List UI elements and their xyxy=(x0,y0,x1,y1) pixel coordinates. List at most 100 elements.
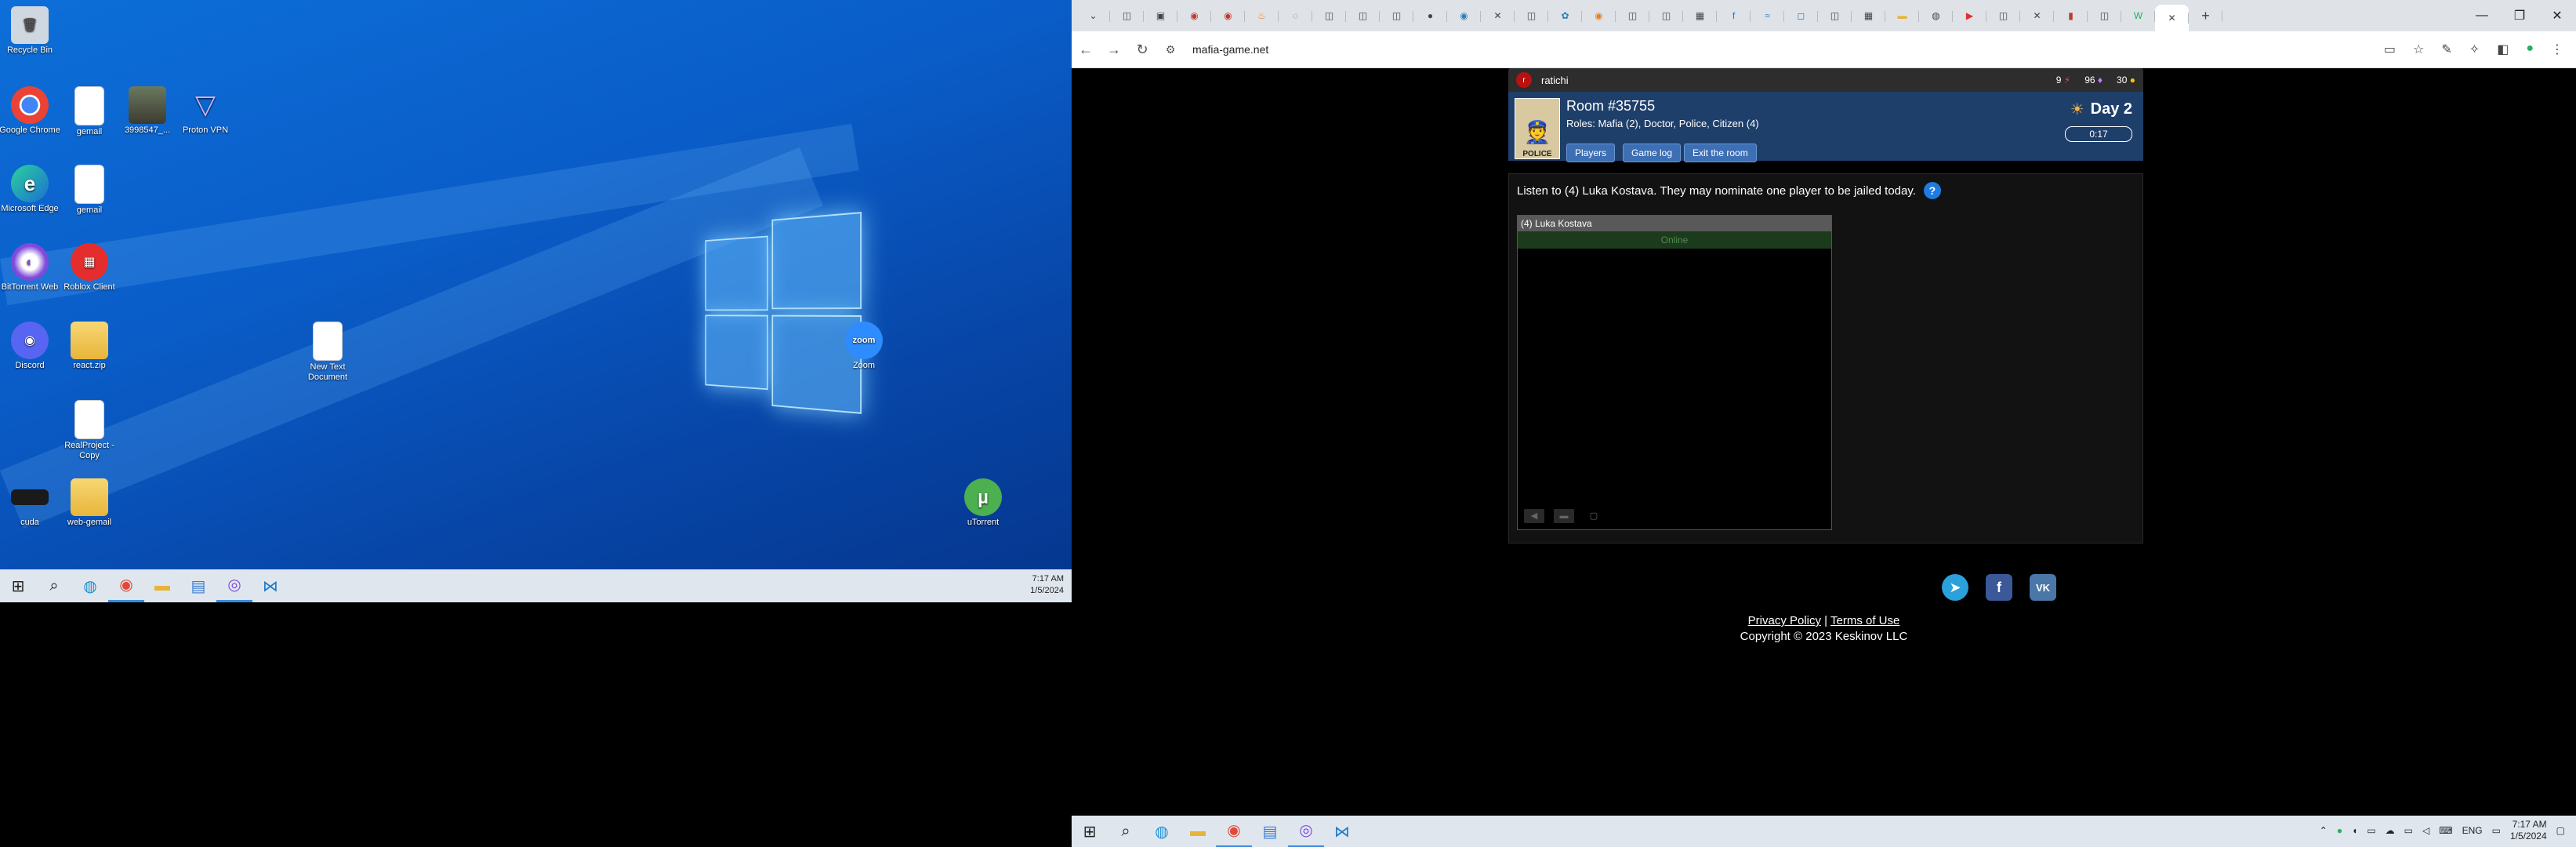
desktop-icon-roblox[interactable]: ▦ Roblox Client xyxy=(58,243,121,293)
desktop-icon-recycle-bin[interactable]: 🗑 Recycle Bin xyxy=(0,6,61,56)
browser-tab[interactable]: ≈ xyxy=(1751,3,1784,28)
close-window-button[interactable]: ✕ xyxy=(2538,0,2576,31)
chat-app-taskbar-icon[interactable]: ◎ xyxy=(1288,815,1324,847)
file-explorer-icon[interactable]: ▬ xyxy=(144,569,180,602)
browser-tab[interactable]: ✕ xyxy=(2020,3,2054,28)
extensions-icon[interactable]: ✧ xyxy=(2469,42,2480,57)
start-button[interactable]: ⊞ xyxy=(0,569,36,602)
battery-icon[interactable]: ▭ xyxy=(2492,825,2501,836)
app-taskbar-icon[interactable]: ▤ xyxy=(1252,815,1288,847)
browser-tab[interactable]: ◌ xyxy=(1279,3,1312,28)
keyboard-icon[interactable]: ⌨ xyxy=(2439,825,2452,836)
browser-tab[interactable]: ◉ xyxy=(1211,3,1245,28)
pen-extension-icon[interactable]: ✎ xyxy=(2441,42,2451,57)
browser-tab[interactable]: ▶ xyxy=(1953,3,1986,28)
browser-tab[interactable]: W xyxy=(2121,3,2155,28)
forward-icon[interactable]: → xyxy=(1100,42,1128,58)
taskbar-clock[interactable]: 7:17 AM 1/5/2024 xyxy=(1030,573,1064,597)
browser-tab[interactable]: ◉ xyxy=(1582,3,1616,28)
energy-stat[interactable]: 9 ⚡ xyxy=(2056,75,2070,85)
browser-tab[interactable]: ◫ xyxy=(1110,3,1144,28)
tab-search-button[interactable]: ⌄ xyxy=(1076,3,1110,28)
gems-stat[interactable]: 96 ♦ xyxy=(2084,75,2103,85)
reload-icon[interactable]: ↻ xyxy=(1128,42,1156,58)
desktop-icon-web-gemail[interactable]: web-gemail xyxy=(58,478,121,528)
browser-tab[interactable]: ♨ xyxy=(1245,3,1279,28)
taskbar-clock[interactable]: 7:17 AM 1/5/2024 xyxy=(2510,819,2547,842)
start-button[interactable]: ⊞ xyxy=(1072,815,1108,847)
browser-tab[interactable]: ◫ xyxy=(2088,3,2121,28)
browser-tab[interactable]: ◫ xyxy=(1649,3,1683,28)
desktop-icon-zoom[interactable]: zoom Zoom xyxy=(833,322,895,371)
antivirus-icon[interactable]: ● xyxy=(2337,825,2342,836)
browser-tab[interactable]: ▦ xyxy=(1852,3,1885,28)
desktop-icon-image[interactable]: 3998547_... xyxy=(116,86,179,136)
browser-tab[interactable]: ◻ xyxy=(1784,3,1818,28)
fullscreen-icon[interactable]: ▢ xyxy=(1584,509,1604,523)
telegram-icon[interactable]: ➤ xyxy=(1942,574,1968,601)
camera-tray-icon[interactable]: ▭ xyxy=(2367,825,2375,836)
new-tab-button[interactable]: + xyxy=(2189,3,2222,28)
menu-icon[interactable]: ⋮ xyxy=(2551,42,2563,57)
desktop-icon-new-text-document[interactable]: New Text Document xyxy=(296,322,359,383)
desktop-icon-discord[interactable]: ◉ Discord xyxy=(0,322,61,371)
desktop-icon-edge[interactable]: e Microsoft Edge xyxy=(0,165,61,214)
desktop-icon-gemail[interactable]: gemail xyxy=(58,86,121,137)
username[interactable]: ratichi xyxy=(1541,75,1569,86)
avatar[interactable]: r xyxy=(1516,72,1532,88)
vk-icon[interactable]: VK xyxy=(2030,574,2056,601)
mute-icon[interactable]: ◀ xyxy=(1524,509,1544,523)
search-icon[interactable]: ⌕ xyxy=(36,569,72,602)
browser-tab[interactable]: ◉ xyxy=(1447,3,1481,28)
facebook-icon[interactable]: f xyxy=(1986,574,2012,601)
browser-tab[interactable]: ◫ xyxy=(1986,3,2020,28)
bookmark-star-icon[interactable]: ☆ xyxy=(2413,42,2424,57)
browser-tab-active[interactable]: ✕ xyxy=(2155,5,2189,31)
profile-avatar[interactable]: ● xyxy=(2526,42,2534,57)
players-button[interactable]: Players xyxy=(1566,144,1616,162)
file-explorer-icon[interactable]: ▬ xyxy=(1180,815,1216,847)
vscode-taskbar-icon[interactable]: ⋈ xyxy=(1324,815,1360,847)
desktop-icon-utorrent[interactable]: µ uTorrent xyxy=(952,478,1014,528)
exit-room-button[interactable]: Exit the room xyxy=(1684,144,1757,162)
browser-tab[interactable]: ◫ xyxy=(1515,3,1548,28)
browser-tab[interactable]: f xyxy=(1717,3,1751,28)
chrome-taskbar-icon[interactable]: ◉ xyxy=(1216,815,1252,847)
video-icon[interactable]: ▬ xyxy=(1554,509,1574,523)
side-panel-icon[interactable]: ◧ xyxy=(2497,42,2509,57)
browser-tab[interactable]: ◫ xyxy=(1616,3,1649,28)
browser-tab[interactable]: ▣ xyxy=(1144,3,1177,28)
browser-tab[interactable]: ◫ xyxy=(1818,3,1852,28)
game-log-button[interactable]: Game log xyxy=(1623,144,1682,162)
camera-icon[interactable]: ▭ xyxy=(2384,42,2396,57)
privacy-policy-link[interactable]: Privacy Policy xyxy=(1748,614,1821,627)
browser-tab[interactable]: ◉ xyxy=(1177,3,1211,28)
browser-tab[interactable]: ◫ xyxy=(1312,3,1346,28)
browser-tab[interactable]: ▬ xyxy=(1885,3,1919,28)
desktop-icon-realproject-copy[interactable]: RealProject - Copy xyxy=(58,400,121,461)
url-field[interactable]: mafia-game.net xyxy=(1192,43,1268,56)
desktop-icon-proton-vpn[interactable]: ▽ Proton VPN xyxy=(174,86,237,136)
chrome-taskbar-icon[interactable]: ◉ xyxy=(108,569,144,602)
browser-tab[interactable]: ✕ xyxy=(1481,3,1515,28)
coins-stat[interactable]: 30 ● xyxy=(2117,75,2135,85)
back-icon[interactable]: ← xyxy=(1072,42,1100,58)
search-icon[interactable]: ⌕ xyxy=(1108,815,1144,847)
desktop-icon-react-zip[interactable]: react.zip xyxy=(58,322,121,371)
vscode-taskbar-icon[interactable]: ⋈ xyxy=(252,569,288,602)
volume-icon[interactable]: ◁ xyxy=(2422,825,2429,836)
notification-icon[interactable]: ▢ xyxy=(2556,825,2565,836)
browser-tab[interactable]: ◍ xyxy=(1919,3,1953,28)
minimize-button[interactable]: — xyxy=(2463,0,2501,31)
help-icon[interactable]: ? xyxy=(1923,182,1941,199)
desktop-icon-gemail-2[interactable]: gemail xyxy=(58,165,121,216)
browser-tab[interactable]: ● xyxy=(1413,3,1447,28)
site-info-icon[interactable]: ⚙ xyxy=(1156,43,1185,56)
microphone-icon[interactable]: ◖ xyxy=(2352,825,2357,836)
restore-button[interactable]: ❐ xyxy=(2501,0,2538,31)
language-indicator[interactable]: ENG xyxy=(2462,825,2483,836)
cloud-icon[interactable]: ☁ xyxy=(2386,825,2395,836)
terms-of-use-link[interactable]: Terms of Use xyxy=(1830,614,1899,627)
desktop-icon-bittorrent[interactable]: ◐ BitTorrent Web xyxy=(0,243,61,293)
chat-app-taskbar-icon[interactable]: ◎ xyxy=(216,569,252,602)
